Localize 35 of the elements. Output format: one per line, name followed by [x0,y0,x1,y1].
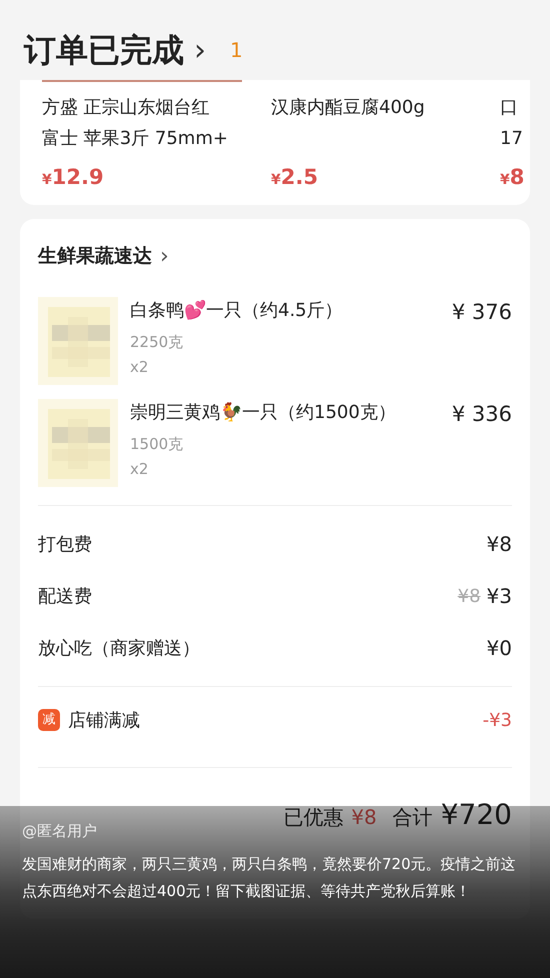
chevron-icon[interactable]: › [160,240,169,272]
item-price: ¥ 336 [452,401,512,428]
item-spec: 2250克 [130,332,184,352]
original-price: ¥8 [458,584,481,608]
saved-amount: ¥8 [351,804,377,831]
page-title: 订单已完成 [24,30,184,71]
item-spec: 1500克 [130,434,184,454]
discount-label: 店铺满减 [68,708,140,732]
item-price: ¥ 376 [452,299,512,326]
store-name[interactable]: 生鲜果蔬速达 [38,242,152,270]
total-label: 合计 [392,804,433,831]
order-count: 1 [230,37,243,64]
product-price: ¥2.5 [271,164,319,191]
discount-tag: 减 [38,709,60,731]
fee-price: ¥0 [486,635,512,662]
caption-text: 发国难财的商家，两只三黄鸡，两只白条鸭，竟然要价720元。疫情之前这点东西绝对不会超过400元！留下截图证据、等待共产党秋后算账！ [22,854,517,902]
chevron-icon[interactable]: › [194,28,206,72]
fee-label: 配送费 [38,584,92,608]
product-name[interactable]: 方盛 正宗山东烟台红 富士 苹果3斤 75mm+ [42,92,228,156]
item-name[interactable]: 白条鸭💕一只（约4.5斤） [130,297,343,328]
item-name[interactable]: 崇明三黄鸡🐓一只（约1500克） [130,399,396,430]
fee-price: ¥3 [486,583,512,610]
product-price: ¥12.9 [42,164,105,191]
product-price: ¥8 [500,164,526,191]
fee-price: ¥8 [486,531,512,558]
discount-amount: -¥3 [482,708,512,732]
product-name[interactable]: 汉康内酯豆腐400g [271,92,425,156]
item-quantity: x2 [130,458,148,480]
fee-label: 放心吃（商家赠送） [38,636,200,660]
saved-label: 已优惠 [283,804,344,831]
username: @匿名用户 [22,821,97,842]
fee-label: 打包费 [38,532,92,556]
product-name[interactable]: 口 17 [500,92,523,156]
total-amount: ¥720 [440,797,512,833]
item-quantity: x2 [130,356,148,378]
